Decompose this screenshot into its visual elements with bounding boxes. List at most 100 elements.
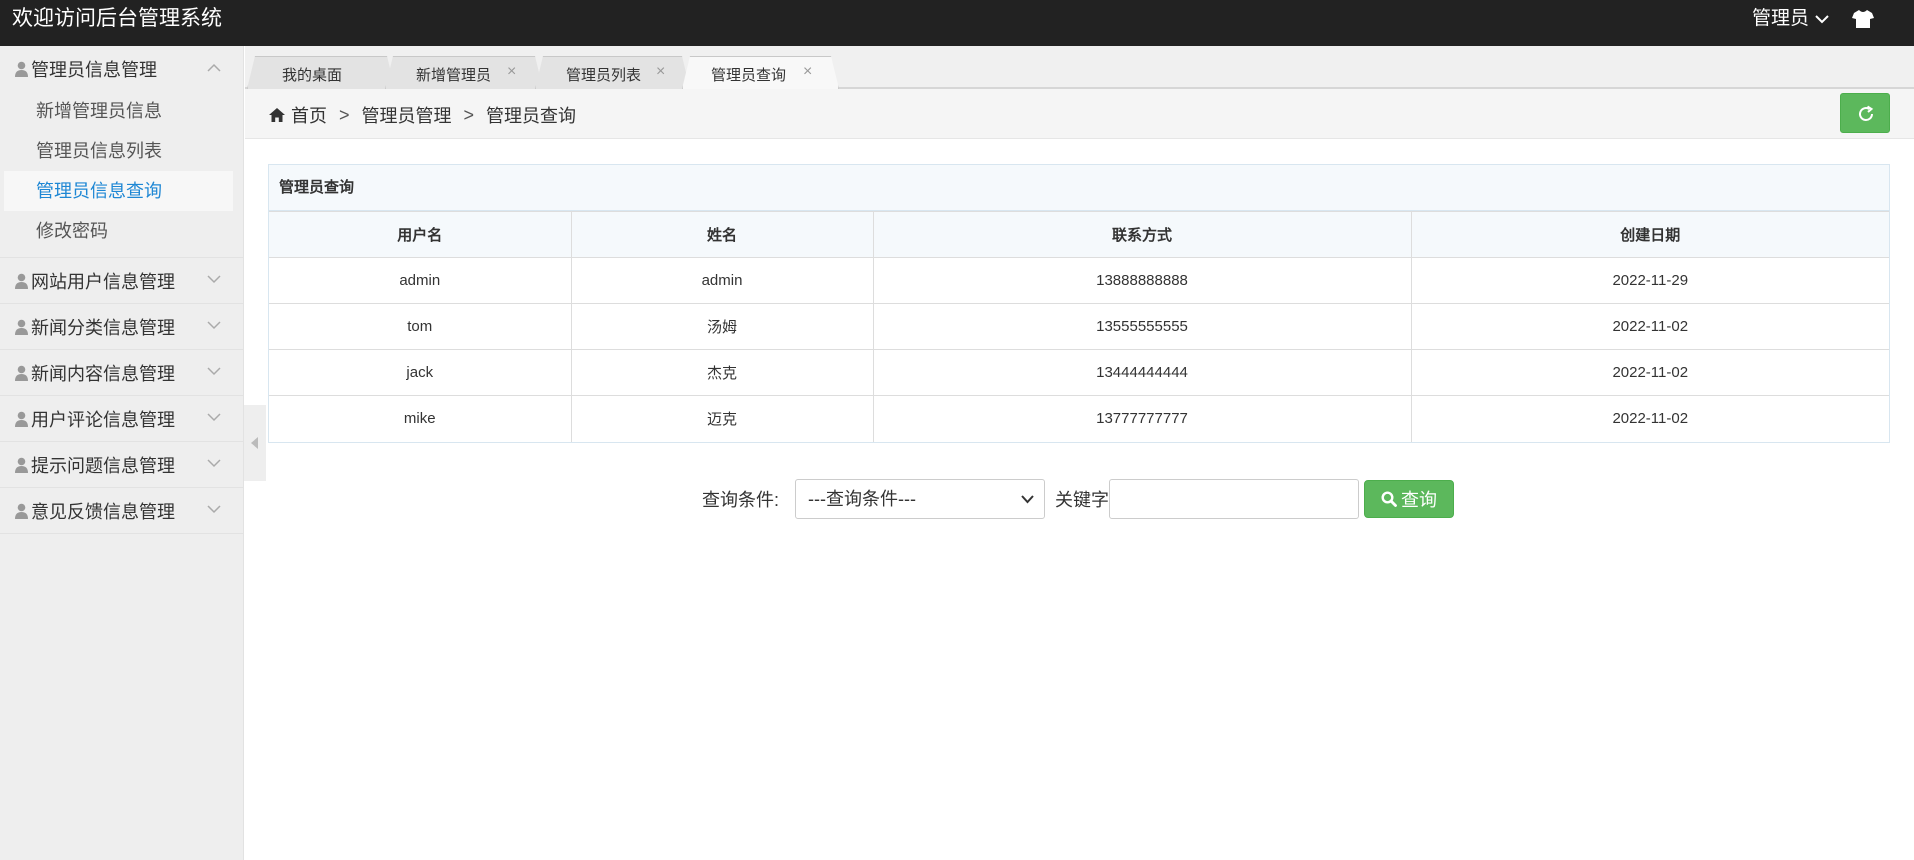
home-icon xyxy=(269,108,285,122)
table-header-row: 用户名 姓名 联系方式 创建日期 xyxy=(269,211,1889,258)
chevron-down-icon xyxy=(207,321,221,330)
menu-head-site-users[interactable]: 网站用户信息管理 xyxy=(0,258,243,303)
top-header: 欢迎访问后台管理系统 管理员 xyxy=(0,0,1914,46)
close-icon[interactable]: × xyxy=(656,63,665,81)
tab-label: 管理员查询 xyxy=(711,67,787,84)
tab-admin-list[interactable]: 管理员列表 × xyxy=(535,56,690,89)
menu-head-label: 提示问题信息管理 xyxy=(31,455,175,476)
sidebar: 管理员信息管理 新增管理员信息 管理员信息列表 管理员信息查询 修改密码 网站用… xyxy=(0,46,244,860)
menu-group-hint-questions: 提示问题信息管理 xyxy=(0,442,243,488)
user-icon xyxy=(15,457,28,473)
tab-add-admin[interactable]: 新增管理员 × xyxy=(385,56,543,89)
cell-username: jack xyxy=(269,349,572,396)
tshirt-icon[interactable] xyxy=(1852,9,1874,29)
table-row: admin admin 13888888888 2022-11-29 xyxy=(269,257,1889,304)
sidebar-item-admin-query[interactable]: 管理员信息查询 xyxy=(4,171,233,211)
cell-contact: 13888888888 xyxy=(872,257,1412,304)
user-icon xyxy=(15,273,28,289)
chevron-down-icon xyxy=(1815,15,1829,24)
breadcrumb-home[interactable]: 首页 xyxy=(291,102,327,128)
chevron-down-icon xyxy=(207,505,221,514)
sidebar-item-change-password[interactable]: 修改密码 xyxy=(4,211,233,251)
user-icon xyxy=(15,411,28,427)
keyword-label: 关键字 xyxy=(1055,490,1110,510)
app-title: 欢迎访问后台管理系统 xyxy=(12,7,222,30)
breadcrumb-current: 管理员查询 xyxy=(486,106,577,126)
menu-head-news-content[interactable]: 新闻内容信息管理 xyxy=(0,350,243,395)
user-icon xyxy=(15,503,28,519)
menu-head-label: 用户评论信息管理 xyxy=(31,409,175,430)
user-menu[interactable]: 管理员 xyxy=(1752,7,1829,31)
refresh-button[interactable] xyxy=(1840,93,1890,133)
chevron-down-icon xyxy=(207,413,221,422)
tab-label: 管理员列表 xyxy=(566,67,642,84)
close-icon[interactable]: × xyxy=(803,63,812,81)
cell-contact: 13777777777 xyxy=(872,395,1412,442)
menu-head-news-category[interactable]: 新闻分类信息管理 xyxy=(0,304,243,349)
keyword-input[interactable] xyxy=(1109,479,1360,519)
cell-name: 汤姆 xyxy=(570,303,874,350)
cell-username: admin xyxy=(269,257,572,304)
cell-contact: 13444444444 xyxy=(872,349,1412,396)
menu-group-user-comments: 用户评论信息管理 xyxy=(0,396,243,442)
cell-name: 杰克 xyxy=(570,349,874,396)
admin-query-panel: 管理员查询 用户名 姓名 联系方式 创建日期 admin admin 13888… xyxy=(268,164,1890,443)
tab-admin-query[interactable]: 管理员查询 × xyxy=(682,56,839,89)
chevron-down-icon xyxy=(1021,495,1034,504)
column-header-name: 姓名 xyxy=(570,211,874,258)
user-icon xyxy=(15,61,28,77)
table-row: tom 汤姆 13555555555 2022-11-02 xyxy=(269,303,1889,350)
cell-username: tom xyxy=(269,303,572,350)
close-icon[interactable]: × xyxy=(507,63,516,81)
cell-name: admin xyxy=(570,257,874,304)
tab-label: 我的桌面 xyxy=(282,67,343,84)
query-button-label: 查询 xyxy=(1401,490,1438,510)
user-icon xyxy=(15,319,28,335)
menu-head-hint-questions[interactable]: 提示问题信息管理 xyxy=(0,442,243,487)
table-row: mike 迈克 13777777777 2022-11-02 xyxy=(269,395,1889,442)
breadcrumb-separator: > xyxy=(463,104,475,125)
cell-created: 2022-11-02 xyxy=(1410,303,1889,350)
tab-bar: 我的桌面 新增管理员 × 管理员列表 × 管理员查询 × xyxy=(245,46,1914,89)
breadcrumb-level1[interactable]: 管理员管理 xyxy=(362,102,452,128)
condition-select[interactable]: ---查询条件--- xyxy=(795,479,1046,519)
breadcrumb-separator: > xyxy=(339,104,350,125)
search-icon xyxy=(1381,491,1397,507)
menu-head-label: 新闻内容信息管理 xyxy=(31,363,175,384)
tab-label: 新增管理员 xyxy=(416,67,492,84)
tab-my-desktop[interactable]: 我的桌面 xyxy=(247,56,395,89)
condition-selected-value: ---查询条件--- xyxy=(808,489,916,509)
menu-group-feedback: 意见反馈信息管理 xyxy=(0,488,243,534)
user-icon xyxy=(15,365,28,381)
column-header-username: 用户名 xyxy=(269,211,572,258)
cell-created: 2022-11-02 xyxy=(1410,395,1889,442)
sidebar-collapse-toggle[interactable] xyxy=(244,405,266,481)
menu-head-user-comments[interactable]: 用户评论信息管理 xyxy=(0,396,243,441)
refresh-icon xyxy=(1859,105,1874,121)
user-label: 管理员 xyxy=(1752,8,1810,29)
sidebar-item-admin-list[interactable]: 管理员信息列表 xyxy=(4,131,233,171)
menu-head-label: 网站用户信息管理 xyxy=(31,271,175,292)
chevron-down-icon xyxy=(207,367,221,376)
menu-group-news-category: 新闻分类信息管理 xyxy=(0,304,243,350)
breadcrumb: 首页 > 管理员管理 > 管理员查询 xyxy=(245,89,1914,139)
caret-left-icon xyxy=(251,437,258,449)
cell-contact: 13555555555 xyxy=(872,303,1412,350)
admin-table: 用户名 姓名 联系方式 创建日期 admin admin 13888888888… xyxy=(269,211,1889,442)
cell-created: 2022-11-29 xyxy=(1410,257,1889,304)
chevron-down-icon xyxy=(207,275,221,284)
menu-group-admin: 管理员信息管理 新增管理员信息 管理员信息列表 管理员信息查询 修改密码 xyxy=(0,46,243,258)
table-row: jack 杰克 13444444444 2022-11-02 xyxy=(269,349,1889,396)
panel-title: 管理员查询 xyxy=(269,165,1889,211)
menu-head-label: 新闻分类信息管理 xyxy=(31,317,175,338)
query-button[interactable]: 查询 xyxy=(1364,480,1455,518)
menu-head-feedback[interactable]: 意见反馈信息管理 xyxy=(0,488,243,533)
menu-group-news-content: 新闻内容信息管理 xyxy=(0,350,243,396)
search-form: 查询条件: ---查询条件--- 关键字 查询 xyxy=(702,479,1455,519)
cell-name: 迈克 xyxy=(570,395,874,442)
menu-head-label: 意见反馈信息管理 xyxy=(31,501,175,522)
submenu-admin: 新增管理员信息 管理员信息列表 管理员信息查询 修改密码 xyxy=(0,91,243,257)
menu-head-admin[interactable]: 管理员信息管理 xyxy=(0,46,243,91)
chevron-down-icon xyxy=(207,459,221,468)
sidebar-item-add-admin[interactable]: 新增管理员信息 xyxy=(4,91,233,131)
